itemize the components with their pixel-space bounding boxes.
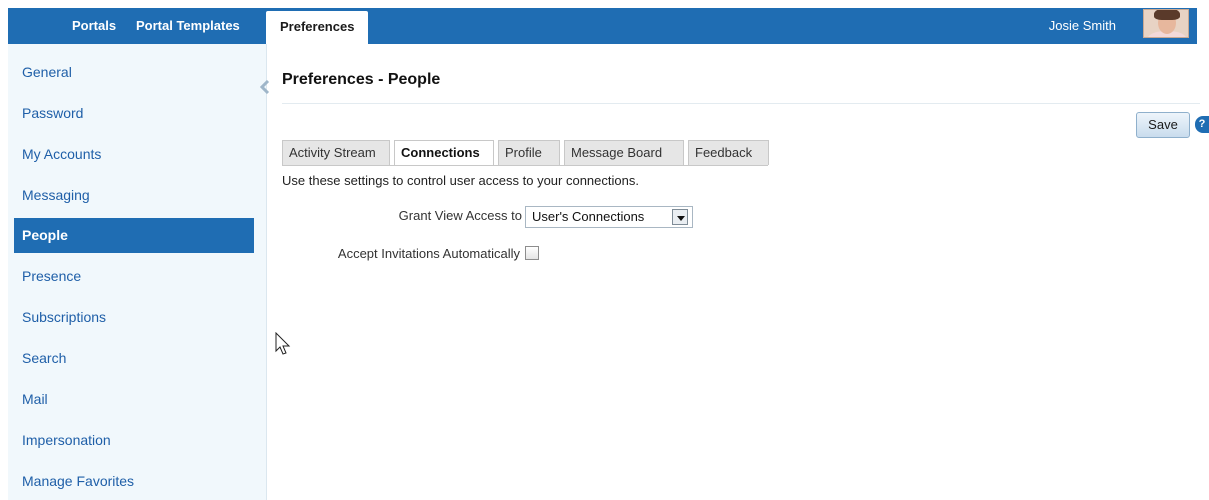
tab-feedback[interactable]: Feedback bbox=[688, 140, 769, 165]
sidebar-item-impersonation[interactable]: Impersonation bbox=[14, 423, 254, 458]
tab-portals[interactable]: Portals bbox=[72, 8, 116, 44]
avatar-hair bbox=[1154, 10, 1180, 20]
title-divider bbox=[282, 103, 1200, 104]
accept-invitations-checkbox[interactable] bbox=[525, 246, 539, 260]
chevron-down-icon[interactable] bbox=[672, 209, 688, 225]
sidebar-item-manage-favorites[interactable]: Manage Favorites bbox=[14, 464, 254, 499]
save-button[interactable]: Save bbox=[1136, 112, 1190, 138]
accept-invitations-label: Accept Invitations Automatically bbox=[337, 246, 520, 261]
mouse-pointer-icon bbox=[275, 332, 291, 355]
sidebar-item-search[interactable]: Search bbox=[14, 341, 254, 376]
tab-portal-templates[interactable]: Portal Templates bbox=[136, 8, 240, 44]
sidebar-item-people[interactable]: People bbox=[14, 218, 254, 253]
sidebar-item-messaging[interactable]: Messaging bbox=[14, 178, 254, 213]
tab-preferences[interactable]: Preferences bbox=[266, 11, 369, 44]
grant-view-access-label: Grant View Access to bbox=[398, 208, 522, 223]
help-icon[interactable]: ? bbox=[1195, 116, 1209, 133]
sidebar-item-presence[interactable]: Presence bbox=[14, 259, 254, 294]
grant-view-access-select[interactable]: User's Connections bbox=[525, 206, 693, 228]
sidebar: General Password My Accounts Messaging P… bbox=[8, 44, 267, 500]
collapse-arrow-icon[interactable] bbox=[260, 80, 270, 94]
user-name[interactable]: Josie Smith bbox=[1049, 8, 1116, 44]
section-description: Use these settings to control user acces… bbox=[282, 173, 639, 188]
top-navigation-bar: Portals Portal Templates Preferences Jos… bbox=[8, 8, 1197, 44]
page-title: Preferences - People bbox=[282, 71, 441, 88]
sidebar-item-general[interactable]: General bbox=[14, 55, 254, 90]
sidebar-item-my-accounts[interactable]: My Accounts bbox=[14, 137, 254, 172]
tabs-divider bbox=[282, 165, 768, 166]
sidebar-item-mail[interactable]: Mail bbox=[14, 382, 254, 417]
avatar[interactable] bbox=[1143, 9, 1189, 38]
sidebar-item-password[interactable]: Password bbox=[14, 96, 254, 131]
grant-view-access-value: User's Connections bbox=[532, 209, 645, 224]
tab-message-board[interactable]: Message Board bbox=[564, 140, 684, 165]
sidebar-item-subscriptions[interactable]: Subscriptions bbox=[14, 300, 254, 335]
tab-connections[interactable]: Connections bbox=[394, 140, 494, 166]
tab-activity-stream[interactable]: Activity Stream bbox=[282, 140, 390, 165]
tab-profile[interactable]: Profile bbox=[498, 140, 560, 165]
